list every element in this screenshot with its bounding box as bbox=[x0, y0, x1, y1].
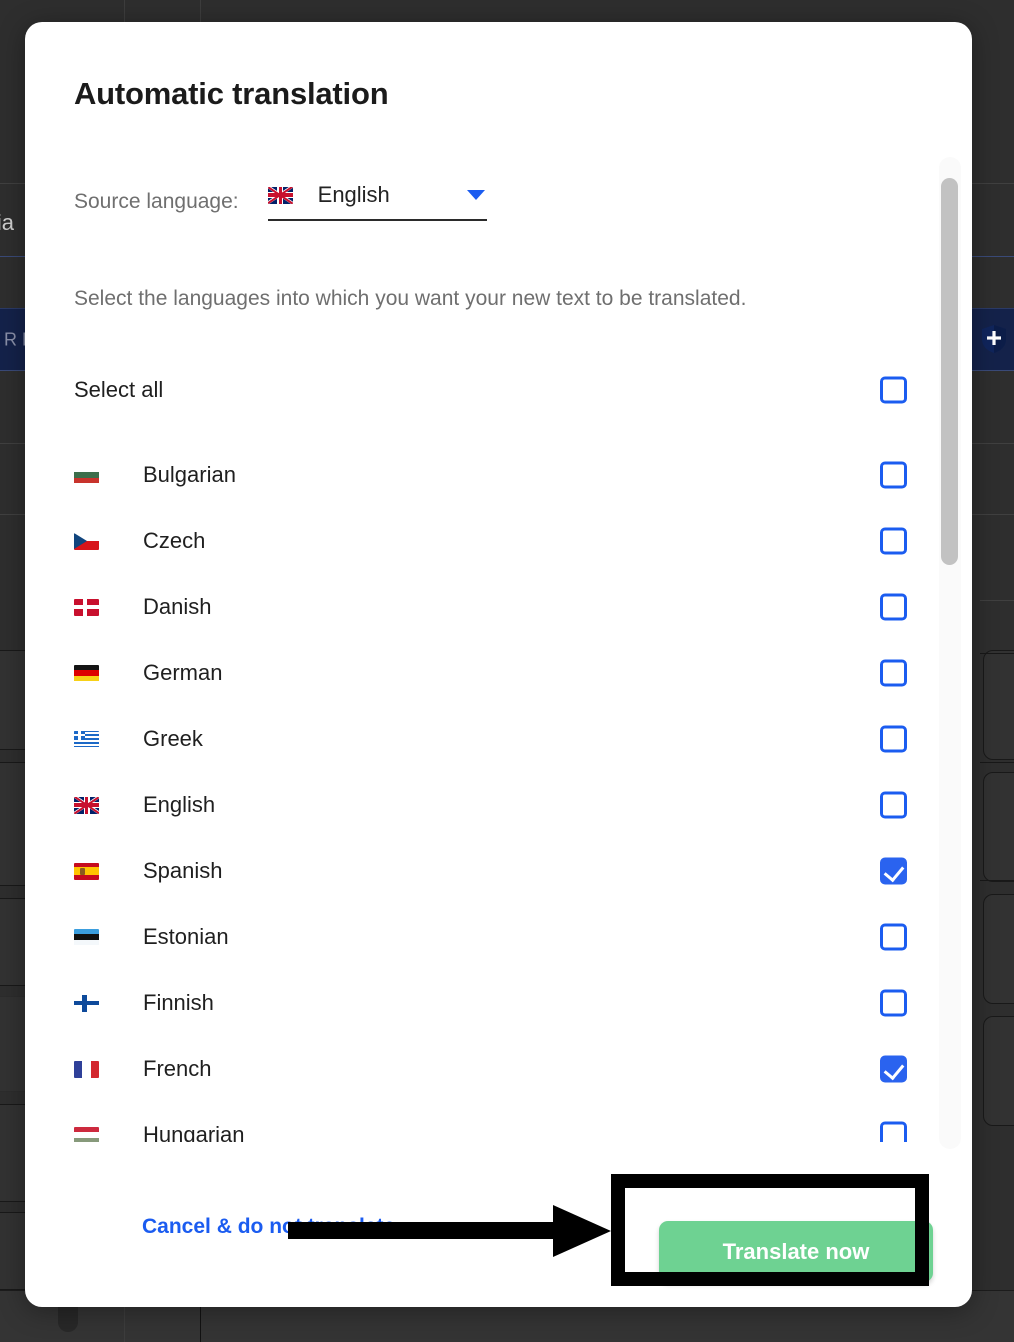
background-divider bbox=[980, 880, 1014, 881]
scrollbar-thumb[interactable] bbox=[941, 178, 958, 565]
background-card bbox=[983, 1016, 1014, 1126]
flag-icon-czechia bbox=[74, 532, 99, 550]
shield-icon bbox=[982, 325, 1006, 353]
flag-icon-hungary bbox=[74, 1126, 99, 1142]
language-row[interactable]: Bulgarian bbox=[25, 442, 972, 508]
language-label: Finnish bbox=[143, 990, 214, 1015]
language-row[interactable]: Danish bbox=[25, 574, 972, 640]
language-checkbox[interactable] bbox=[880, 989, 907, 1017]
flag-icon-estonia bbox=[74, 928, 99, 946]
flag-icon-greece bbox=[74, 730, 99, 748]
language-row[interactable]: French bbox=[25, 1036, 972, 1102]
language-checkbox[interactable] bbox=[880, 857, 907, 885]
language-checkbox[interactable] bbox=[880, 527, 907, 555]
language-label: German bbox=[143, 660, 223, 685]
language-row[interactable]: German bbox=[25, 640, 972, 706]
cancel-link[interactable]: Cancel & do not translate bbox=[142, 1215, 395, 1239]
list-gap bbox=[25, 418, 972, 442]
flag-icon-denmark bbox=[74, 598, 99, 616]
automatic-translation-dialog: Automatic translation Source language: E… bbox=[25, 22, 972, 1307]
flag-icon-united-kingdom bbox=[267, 186, 293, 204]
language-list: Select all Bulgarian Czech Danish German Gre… bbox=[25, 362, 972, 1142]
background-card bbox=[983, 772, 1014, 882]
language-label: Estonian bbox=[143, 924, 229, 949]
select-all-label: Select all bbox=[74, 377, 164, 402]
source-language-select[interactable]: English bbox=[267, 182, 487, 221]
language-rows-container: Bulgarian Czech Danish German Greek English Sp… bbox=[25, 442, 972, 1142]
flag-icon-france bbox=[74, 1060, 99, 1078]
dialog-title: Automatic translation bbox=[74, 76, 389, 111]
source-language-row: Source language: English bbox=[74, 182, 487, 221]
language-row[interactable]: Spanish bbox=[25, 838, 972, 904]
background-divider bbox=[980, 600, 1014, 601]
select-all-row[interactable]: Select all bbox=[25, 362, 972, 418]
language-checkbox[interactable] bbox=[880, 1121, 907, 1142]
language-checkbox[interactable] bbox=[880, 593, 907, 621]
chevron-down-icon[interactable] bbox=[466, 190, 485, 200]
language-row[interactable]: Estonian bbox=[25, 904, 972, 970]
background-divider bbox=[980, 653, 1014, 654]
language-label: Bulgarian bbox=[143, 462, 236, 487]
language-list-description: Select the languages into which you want… bbox=[74, 287, 747, 310]
flag-icon-bulgaria bbox=[74, 466, 99, 484]
language-row[interactable]: English bbox=[25, 772, 972, 838]
flag-icon-united-kingdom bbox=[74, 796, 99, 814]
language-label: Czech bbox=[143, 528, 206, 553]
language-label: Greek bbox=[143, 726, 203, 751]
language-label: Hungarian bbox=[143, 1122, 245, 1142]
language-row[interactable]: Hungarian bbox=[25, 1102, 972, 1142]
language-label: Spanish bbox=[143, 858, 223, 883]
background-divider bbox=[980, 762, 1014, 763]
language-checkbox[interactable] bbox=[880, 461, 907, 489]
background-partial-text: lia bbox=[0, 210, 15, 235]
flag-icon-finland bbox=[74, 994, 99, 1012]
language-checkbox[interactable] bbox=[880, 923, 907, 951]
background-card bbox=[983, 650, 1014, 760]
language-label: English bbox=[143, 792, 216, 817]
source-language-value: English bbox=[317, 182, 390, 207]
language-checkbox[interactable] bbox=[880, 659, 907, 687]
language-checkbox[interactable] bbox=[880, 725, 907, 753]
language-row[interactable]: Czech bbox=[25, 508, 972, 574]
background-card bbox=[983, 894, 1014, 1004]
select-all-checkbox[interactable] bbox=[880, 376, 907, 404]
language-checkbox[interactable] bbox=[880, 1055, 907, 1083]
source-language-label: Source language: bbox=[74, 189, 239, 213]
language-label: French bbox=[143, 1056, 212, 1081]
language-checkbox[interactable] bbox=[880, 791, 907, 819]
language-row[interactable]: Finnish bbox=[25, 970, 972, 1036]
translate-now-button[interactable]: Translate now bbox=[659, 1221, 933, 1282]
language-row[interactable]: Greek bbox=[25, 706, 972, 772]
flag-icon-germany bbox=[74, 664, 99, 682]
flag-icon-spain bbox=[74, 862, 99, 880]
language-label: Danish bbox=[143, 594, 212, 619]
language-list-scroll-area[interactable]: Select all Bulgarian Czech Danish German Gre… bbox=[25, 362, 972, 1142]
